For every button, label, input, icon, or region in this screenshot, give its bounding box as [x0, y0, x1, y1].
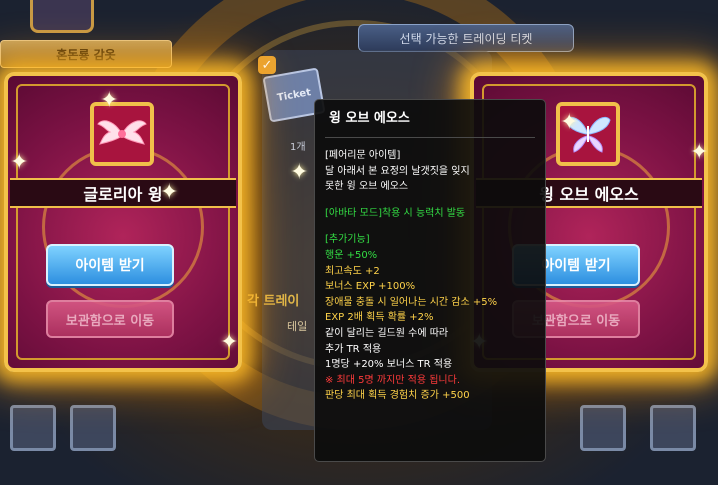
bottom-slot[interactable] [70, 405, 116, 451]
top-item-slot[interactable] [30, 0, 94, 33]
tooltip-line: 1명당 +20% 보너스 TR 적용 [325, 359, 453, 371]
tooltip-line: 장애물 충돌 시 일어나는 시간 감소 +5% [325, 296, 498, 308]
sparkle-icon: ✦ [100, 88, 119, 113]
ticket-select-tab[interactable]: 선택 가능한 트레이딩 티켓 [358, 24, 574, 52]
tooltip-line: 추가 TR 적용 [325, 343, 382, 355]
sparkle-icon: ✦ [220, 330, 239, 355]
sparkle-icon: ✦ [560, 110, 579, 135]
tooltip-line: 못한 윙 오브 에오스 [325, 181, 409, 193]
item-tooltip: 윙 오브 에오스 [페어리문 아이템] 달 아래서 본 요정의 날갯짓을 잊지못한… [314, 99, 546, 462]
tooltip-lines: [페어리문 아이템] 달 아래서 본 요정의 날갯짓을 잊지못한 윙 오브 에오스… [325, 148, 535, 404]
tooltip-line: 행운 +50% [325, 249, 378, 261]
tooltip-divider [325, 137, 535, 138]
tooltip-line: [페어리문 아이템] [325, 150, 401, 161]
info-heading: 각 트레이 [247, 294, 300, 309]
tooltip-title: 윙 오브 에오스 [329, 111, 410, 126]
tooltip-line: 같이 달리는 길드원 수에 따라 [325, 327, 449, 339]
tooltip-spacer [325, 195, 535, 206]
sparkle-icon: ✦ [690, 140, 709, 165]
bottom-slot[interactable] [650, 405, 696, 451]
tooltip-line: ※ 최대 5명 까지만 적용 됩니다. [325, 374, 461, 386]
item-card-gloria-wing: 글로리아 윙 아이템 받기 보관함으로 이동 [4, 72, 242, 372]
bottom-slot[interactable] [580, 405, 626, 451]
sparkle-icon: ✦ [10, 150, 29, 175]
item-name: 글로리아 윙 [10, 178, 236, 208]
checkbox-icon[interactable]: ✓ [258, 56, 276, 74]
ticket-quantity: 1개 [290, 142, 306, 153]
tooltip-spacer [325, 221, 535, 232]
sparkle-icon: ✦ [290, 160, 309, 185]
tooltip-line: [아바타 모드]착용 시 능력치 발동 [325, 207, 466, 219]
left-tab[interactable]: 혼돈룡 감옷 [0, 40, 172, 68]
move-to-storage-button[interactable]: 보관함으로 이동 [46, 300, 174, 338]
tooltip-line: 판당 최대 획득 경험치 증가 +500 [325, 390, 470, 402]
tooltip-line: 달 아래서 본 요정의 날갯짓을 잊지 [325, 165, 470, 177]
tooltip-line: [추가기능] [325, 234, 370, 246]
tooltip-line: EXP 2배 획득 확률 +2% [325, 312, 434, 324]
bottom-slot[interactable] [10, 405, 56, 451]
sparkle-icon: ✦ [160, 180, 179, 205]
get-item-button[interactable]: 아이템 받기 [46, 244, 174, 286]
tooltip-line: 보너스 EXP +100% [325, 281, 416, 293]
info-sub: 테일 [287, 320, 308, 333]
tooltip-line: 최고속도 +2 [325, 265, 380, 277]
